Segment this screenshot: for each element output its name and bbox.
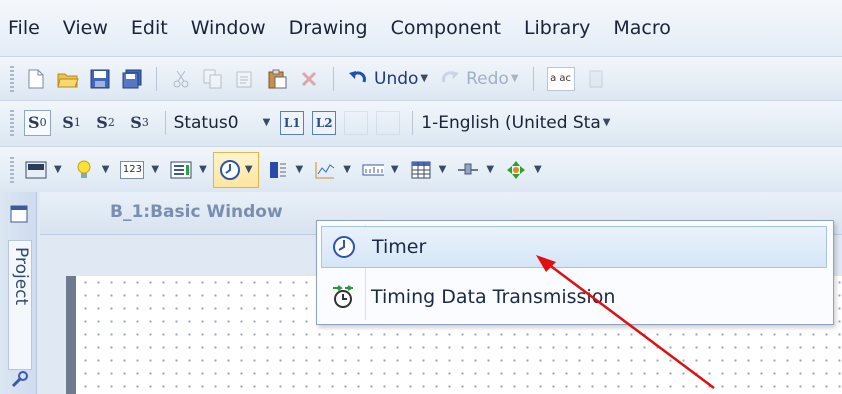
timing-transmission-icon [329, 283, 357, 311]
redo-button[interactable]: Redo [466, 69, 509, 89]
project-panel-tab[interactable]: Project [8, 240, 32, 370]
redo-dropdown-caret[interactable]: ▼ [511, 73, 519, 84]
chevron-down-icon[interactable]: ▼ [439, 164, 447, 175]
menu-edit[interactable]: Edit [131, 17, 168, 39]
state-0-letter: S [28, 113, 40, 132]
undo-dropdown-caret[interactable]: ▼ [420, 73, 428, 84]
menu-item-timing-data-transmission-label: Timing Data Transmission [371, 286, 616, 308]
chevron-down-icon[interactable]: ▼ [296, 164, 304, 175]
state-button-1[interactable]: S1 [59, 110, 85, 136]
chevron-down-icon[interactable]: ▼ [603, 117, 611, 128]
toolbar-separator [156, 66, 157, 91]
component-toolbar: ▼ ▼ 123 ▼ ▼ ▼ ▼ ▼ ▼ ▼ ▼ ▼ [0, 146, 842, 192]
chevron-down-icon: ▼ [244, 164, 253, 175]
new-file-icon[interactable] [25, 68, 47, 90]
meter-icon[interactable] [267, 159, 289, 181]
open-folder-icon[interactable] [57, 68, 79, 90]
state-3-letter: S [130, 113, 142, 132]
state-button-0[interactable]: S0 [24, 109, 51, 136]
trend-graph-icon[interactable] [314, 159, 336, 181]
wrench-icon[interactable] [9, 370, 29, 390]
chevron-down-icon[interactable]: ▼ [534, 164, 542, 175]
chevron-down-icon[interactable]: ▼ [343, 164, 351, 175]
chevron-down-icon[interactable]: ▼ [151, 164, 159, 175]
cut-icon[interactable] [170, 68, 192, 90]
chevron-down-icon[interactable]: ▼ [54, 164, 62, 175]
menu-macro[interactable]: Macro [613, 17, 671, 39]
move-component-icon[interactable] [505, 159, 527, 181]
layer-2-button[interactable]: L2 [312, 110, 337, 135]
menu-component[interactable]: Component [391, 17, 501, 39]
layer-1-button[interactable]: L1 [280, 110, 305, 135]
status-select[interactable]: Status0 ▼ [174, 113, 277, 133]
delete-icon[interactable] [298, 68, 320, 90]
state-3-index: 3 [141, 116, 149, 129]
redo-icon[interactable] [439, 68, 461, 90]
save-all-icon[interactable] [121, 68, 143, 90]
standard-toolbar: Undo ▼ Redo ▼ a ac [0, 56, 842, 100]
timer-toolbar-button[interactable]: ▼ [212, 151, 259, 188]
state-button-3[interactable]: S3 [127, 110, 153, 136]
timer-dropdown-menu: Timer Timing Data Transmission [316, 220, 834, 325]
canvas-ruler [66, 276, 76, 394]
numeric-display-icon[interactable]: 123 [120, 160, 145, 179]
state-1-letter: S [62, 113, 74, 132]
menu-library[interactable]: Library [524, 17, 590, 39]
save-icon[interactable] [89, 68, 111, 90]
project-panel-label: Project [11, 247, 31, 306]
language-select-value: 1-English (United Sta [421, 112, 601, 133]
clock-icon [330, 233, 358, 261]
state-1-index: 1 [73, 116, 81, 129]
chevron-down-icon[interactable]: ▼ [102, 164, 110, 175]
undo-icon[interactable] [347, 68, 369, 90]
document-tab-title[interactable]: B_1:Basic Window [110, 202, 283, 222]
lamp-icon[interactable] [73, 159, 95, 181]
state-2-letter: S [96, 113, 108, 132]
spell-check-icon[interactable]: a ac [546, 66, 575, 91]
state-2-index: 2 [107, 116, 115, 129]
copy-icon[interactable] [202, 68, 224, 90]
state-button-2[interactable]: S2 [93, 110, 119, 136]
layer-up-icon[interactable] [344, 110, 369, 135]
state-0-index: 0 [39, 116, 47, 129]
toolbar-separator [412, 110, 414, 135]
menu-item-timer[interactable]: Timer [321, 226, 827, 268]
toolbar-separator [532, 66, 534, 91]
input-panel-icon[interactable] [170, 159, 192, 181]
toolbar-grip[interactable] [10, 156, 14, 183]
toolbar-grip[interactable] [10, 65, 14, 92]
button-switch-icon[interactable] [25, 159, 47, 181]
undo-button[interactable]: Undo [374, 69, 418, 89]
chevron-down-icon[interactable]: ▼ [263, 117, 271, 128]
chevron-down-icon[interactable]: ▼ [486, 164, 494, 175]
window-list-icon[interactable] [9, 204, 29, 224]
text-style-icon[interactable] [585, 68, 607, 90]
chevron-down-icon[interactable]: ▼ [391, 164, 399, 175]
menu-file[interactable]: File [8, 17, 40, 39]
copy-format-icon[interactable] [234, 68, 256, 90]
menu-drawing[interactable]: Drawing [289, 17, 368, 39]
layer-down-icon[interactable] [376, 110, 401, 135]
toolbar-grip[interactable] [10, 109, 14, 136]
menu-view[interactable]: View [63, 17, 108, 39]
menu-window[interactable]: Window [191, 17, 266, 39]
pipe-icon[interactable] [457, 159, 479, 181]
status-select-value: Status0 [173, 112, 239, 133]
table-icon[interactable] [410, 159, 432, 181]
clock-icon [219, 159, 241, 181]
toolbar-separator [333, 66, 334, 91]
toolbar-separator [164, 110, 166, 135]
menu-item-timing-data-transmission[interactable]: Timing Data Transmission [321, 276, 827, 318]
scale-icon[interactable] [362, 159, 384, 181]
language-select[interactable]: 1-English (United Sta ▼ [421, 113, 616, 133]
paste-icon[interactable] [266, 68, 288, 90]
menu-bar: File View Edit Window Drawing Component … [0, 0, 842, 56]
chevron-down-icon[interactable]: ▼ [199, 164, 207, 175]
state-toolbar: S0 S1 S2 S3 Status0 ▼ L1 L2 1-English (U… [0, 100, 842, 144]
menu-item-timer-label: Timer [372, 236, 427, 258]
